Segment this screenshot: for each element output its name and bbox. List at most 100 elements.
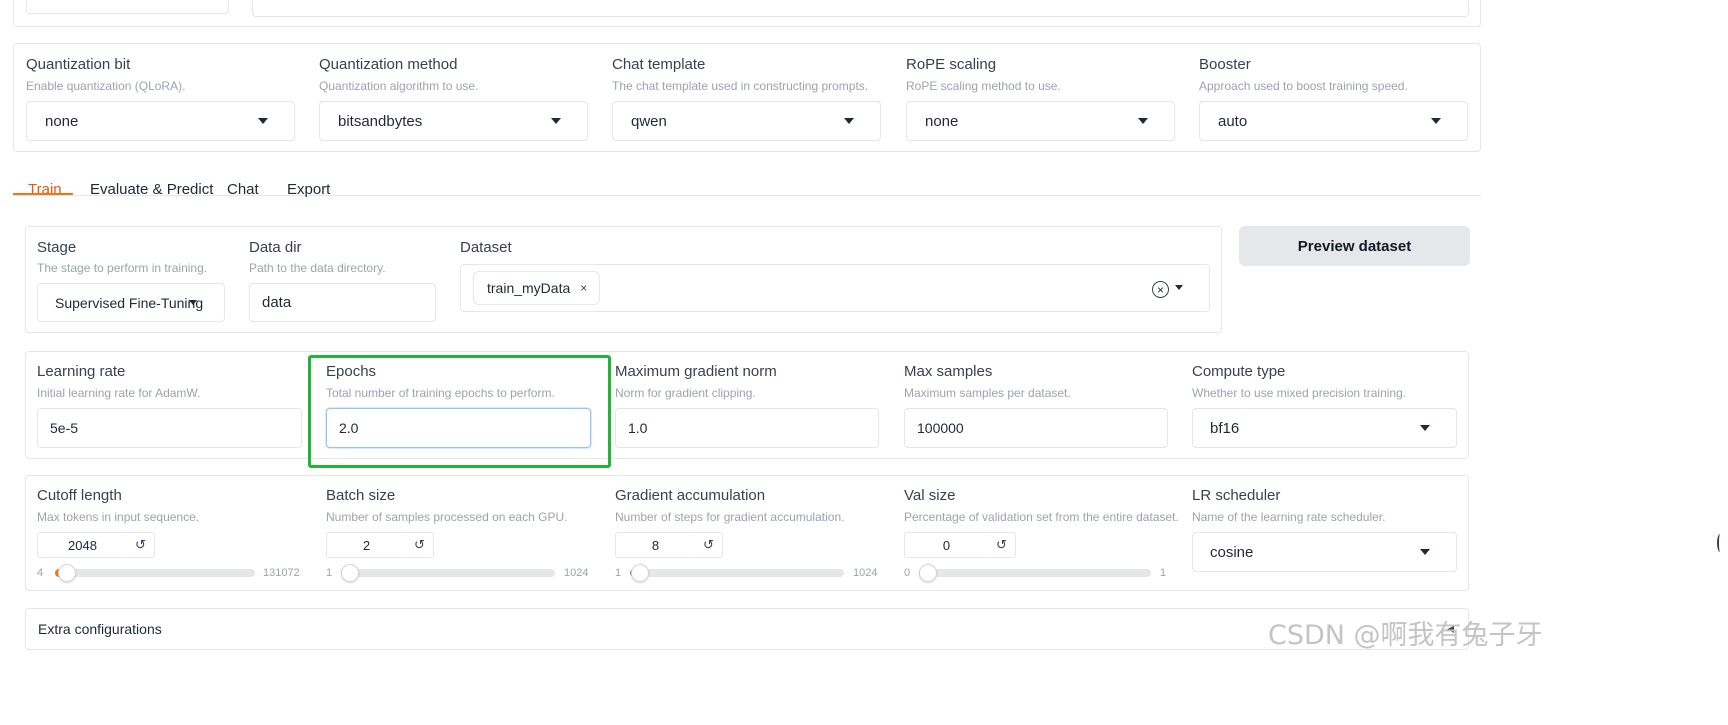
- tab-chat[interactable]: Chat: [227, 181, 259, 198]
- max-samples-label: Max samples: [904, 363, 993, 380]
- chevron-down-icon: [844, 118, 854, 124]
- batch-size-max: 1024: [564, 567, 589, 579]
- chat-template-value: qwen: [631, 112, 667, 130]
- cutoff-length-slider-thumb[interactable]: [58, 564, 77, 582]
- data-dir-value: data: [262, 294, 292, 311]
- rope-scaling-value: none: [925, 112, 959, 130]
- tab-evaluate-predict[interactable]: Evaluate & Predict: [90, 181, 213, 198]
- grad-accum-number[interactable]: 8: [615, 532, 696, 558]
- extra-config-label: Extra configurations: [38, 621, 162, 637]
- chat-template-info: The chat template used in constructing p…: [612, 79, 869, 93]
- cutoff-length-max: 131072: [263, 567, 300, 579]
- learning-rate-value: 5e-5: [50, 420, 79, 436]
- quantization-method-info: Quantization algorithm to use.: [319, 79, 479, 93]
- max-samples-input[interactable]: 100000: [904, 408, 1168, 448]
- tab-train-underline: [13, 193, 73, 195]
- reset-icon[interactable]: ↺: [406, 532, 434, 558]
- rope-scaling-label: RoPE scaling: [906, 56, 997, 73]
- quantization-bit-info: Enable quantization (QLoRA).: [26, 79, 186, 93]
- data-dir-label: Data dir: [249, 239, 302, 256]
- lr-scheduler-value: cosine: [1210, 543, 1254, 561]
- val-size-slider[interactable]: [919, 564, 1151, 582]
- booster-info: Approach used to boost training speed.: [1199, 79, 1408, 93]
- grad-accum-max: 1024: [853, 567, 878, 579]
- dataset-label: Dataset: [460, 239, 512, 256]
- dataset-multiselect[interactable]: train_myData × ×: [460, 264, 1210, 312]
- booster-label: Booster: [1199, 56, 1251, 73]
- stage-dropdown[interactable]: Supervised Fine-Tuning: [37, 283, 225, 322]
- compute-type-label: Compute type: [1192, 363, 1286, 380]
- data-dir-input[interactable]: data: [249, 283, 436, 322]
- max-grad-norm-value: 1.0: [628, 420, 648, 436]
- compute-type-dropdown[interactable]: bf16: [1192, 408, 1457, 448]
- reset-icon[interactable]: ↺: [127, 532, 155, 558]
- lr-scheduler-dropdown[interactable]: cosine: [1192, 532, 1457, 572]
- chevron-down-icon: [258, 118, 268, 124]
- quantization-bit-label: Quantization bit: [26, 56, 131, 73]
- watermark: CSDN @啊我有兔子牙: [1268, 620, 1543, 651]
- chevron-down-icon: [189, 299, 197, 305]
- max-grad-norm-label: Maximum gradient norm: [615, 363, 777, 380]
- clear-icon[interactable]: ×: [1152, 281, 1169, 298]
- batch-size-info: Number of samples processed on each GPU.: [326, 510, 568, 524]
- dataset-tag: train_myData ×: [473, 271, 601, 305]
- quantization-bit-dropdown[interactable]: none: [26, 101, 295, 141]
- val-size-min: 0: [904, 567, 911, 579]
- top-field-remnant-right[interactable]: [252, 0, 1469, 17]
- rope-scaling-dropdown[interactable]: none: [906, 101, 1175, 141]
- grad-accum-min: 1: [615, 567, 622, 579]
- val-size-slider-thumb[interactable]: [919, 564, 937, 582]
- chevron-down-icon: [551, 118, 561, 124]
- quantization-method-label: Quantization method: [319, 56, 458, 73]
- booster-value: auto: [1218, 112, 1248, 130]
- learning-rate-info: Initial learning rate for AdamW.: [37, 386, 201, 400]
- grad-accum-label: Gradient accumulation: [615, 487, 766, 504]
- rope-scaling-info: RoPE scaling method to use.: [906, 79, 1061, 93]
- val-size-max: 1: [1160, 567, 1167, 579]
- extra-config-accordion[interactable]: Extra configurations ◂: [25, 608, 1469, 650]
- top-field-remnant-left[interactable]: [26, 0, 229, 14]
- stage-label: Stage: [37, 239, 77, 256]
- max-grad-norm-info: Norm for gradient clipping.: [615, 386, 756, 400]
- batch-size-slider[interactable]: [341, 564, 555, 582]
- chat-template-dropdown[interactable]: qwen: [612, 101, 881, 141]
- compute-type-info: Whether to use mixed precision training.: [1192, 386, 1407, 400]
- epochs-highlight-box: [308, 355, 611, 468]
- chevron-down-icon[interactable]: [1175, 285, 1183, 290]
- cutoff-length-min: 4: [37, 567, 44, 579]
- cutoff-length-info: Max tokens in input sequence.: [37, 510, 200, 524]
- data-dir-info: Path to the data directory.: [249, 261, 386, 275]
- tab-train[interactable]: Train: [28, 181, 62, 198]
- cutoff-length-slider[interactable]: [55, 564, 255, 582]
- edge-mark: [1717, 534, 1723, 552]
- val-size-info: Percentage of validation set from the en…: [904, 510, 1179, 524]
- quantization-method-dropdown[interactable]: bitsandbytes: [319, 101, 588, 141]
- tag-remove-icon[interactable]: ×: [580, 281, 587, 295]
- quantization-bit-value: none: [45, 112, 79, 130]
- chevron-down-icon: [1431, 118, 1441, 124]
- max-samples-info: Maximum samples per dataset.: [904, 386, 1071, 400]
- learning-rate-input[interactable]: 5e-5: [37, 408, 302, 448]
- val-size-number[interactable]: 0: [904, 532, 989, 558]
- chevron-down-icon: [1420, 549, 1430, 555]
- learning-rate-label: Learning rate: [37, 363, 126, 380]
- val-size-label: Val size: [904, 487, 956, 504]
- max-samples-value: 100000: [917, 420, 964, 436]
- reset-icon[interactable]: ↺: [695, 532, 723, 558]
- cutoff-length-label: Cutoff length: [37, 487, 122, 504]
- tab-export[interactable]: Export: [287, 181, 330, 198]
- lr-scheduler-info: Name of the learning rate scheduler.: [1192, 510, 1386, 524]
- stage-info: The stage to perform in training.: [37, 261, 208, 275]
- reset-icon[interactable]: ↺: [988, 532, 1016, 558]
- preview-dataset-button[interactable]: Preview dataset: [1239, 226, 1470, 266]
- grad-accum-info: Number of steps for gradient accumulatio…: [615, 510, 845, 524]
- dataset-tag-label: train_myData: [487, 280, 571, 296]
- max-grad-norm-input[interactable]: 1.0: [615, 408, 879, 448]
- chevron-down-icon: [1138, 118, 1148, 124]
- batch-size-number[interactable]: 2: [326, 532, 407, 558]
- chat-template-label: Chat template: [612, 56, 706, 73]
- batch-size-min: 1: [326, 567, 333, 579]
- cutoff-length-number[interactable]: 2048: [37, 532, 128, 558]
- grad-accum-slider[interactable]: [630, 564, 844, 582]
- booster-dropdown[interactable]: auto: [1199, 101, 1468, 141]
